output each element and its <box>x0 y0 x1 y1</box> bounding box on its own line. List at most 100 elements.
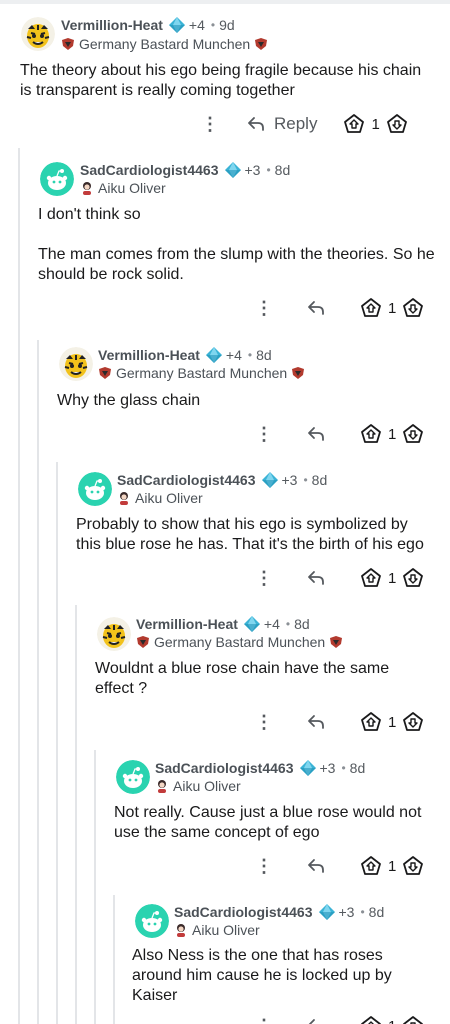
separator-dot: • <box>341 761 346 775</box>
avatar[interactable] <box>135 904 169 938</box>
more-dots-icon: ⋮ <box>255 424 273 444</box>
more-dots-icon: ⋮ <box>255 298 273 318</box>
downvote-button[interactable] <box>402 1012 424 1024</box>
reply-button[interactable] <box>306 294 326 322</box>
downvote-button[interactable] <box>402 294 424 322</box>
karma-count: +3 <box>338 904 355 920</box>
team-crest-icon <box>291 366 305 380</box>
comment-header: Vermillion-Heat +4 • 9d <box>61 16 235 34</box>
more-options-button[interactable]: ⋮ <box>254 420 274 448</box>
comment-header: Vermillion-Heat +4 • 8d <box>98 346 272 364</box>
more-options-button[interactable]: ⋮ <box>200 110 220 138</box>
downvote-icon <box>402 711 424 733</box>
comment-age: 9d <box>219 17 235 33</box>
avatar[interactable] <box>59 347 93 381</box>
team-crest-icon <box>329 635 343 649</box>
comment-age: 8d <box>349 760 366 776</box>
thread-line-1 <box>18 148 20 1024</box>
comment-header: SadCardiologist4463 +3 • 8d <box>117 471 327 489</box>
upvote-icon <box>360 855 382 877</box>
author-name[interactable]: SadCardiologist4463 <box>117 472 256 488</box>
downvote-button[interactable] <box>402 852 424 880</box>
flair-text: Germany Bastard Munchen <box>79 36 251 52</box>
author-name[interactable]: Vermillion-Heat <box>61 17 163 33</box>
thread-line-2 <box>37 340 39 1024</box>
comment-actions: ⋮ 1 <box>254 420 424 448</box>
upvote-button[interactable] <box>360 1012 382 1024</box>
karma-count: +3 <box>244 162 261 178</box>
author-name[interactable]: SadCardiologist4463 <box>80 162 219 178</box>
avatar[interactable] <box>116 760 150 794</box>
comment-actions: ⋮ 1 <box>254 1012 424 1024</box>
downvote-button[interactable] <box>402 564 424 592</box>
user-flair: Aiku Oliver <box>155 777 241 795</box>
downvote-icon <box>402 567 424 589</box>
comment-actions: ⋮ 1 <box>254 294 424 322</box>
achievement-gem-icon <box>168 16 186 34</box>
vote-score: 1 <box>388 569 397 587</box>
achievement-gem-icon <box>318 903 336 921</box>
reply-button[interactable] <box>306 1012 326 1024</box>
reply-button[interactable]: Reply <box>246 110 317 138</box>
user-flair: Germany Bastard Munchen <box>136 633 343 651</box>
thread-line-6 <box>113 895 115 1024</box>
reply-button[interactable] <box>306 420 326 448</box>
vote-score: 1 <box>388 1018 396 1024</box>
flair-text: Germany Bastard Munchen <box>154 634 326 650</box>
reply-button[interactable] <box>306 708 326 736</box>
downvote-button[interactable] <box>402 420 424 448</box>
achievement-gem-icon <box>261 471 279 489</box>
avatar[interactable] <box>21 17 55 51</box>
thread-line-4 <box>75 605 77 1024</box>
comment-body-paragraph: Also Ness is the one that has roses arou… <box>132 947 392 1004</box>
more-options-button[interactable]: ⋮ <box>254 564 274 592</box>
more-options-button[interactable]: ⋮ <box>254 1012 274 1024</box>
upvote-button[interactable] <box>360 852 382 880</box>
separator-dot: • <box>303 473 308 487</box>
comment-actions: ⋮ Reply 1 <box>200 110 408 138</box>
upvote-button[interactable] <box>360 708 382 736</box>
comment-actions: ⋮ 1 <box>254 708 424 736</box>
avatar[interactable] <box>40 162 74 196</box>
author-name[interactable]: SadCardiologist4463 <box>174 904 313 920</box>
comment-body: I don't think so The man comes from the s… <box>38 205 443 285</box>
author-name[interactable]: Vermillion-Heat <box>98 347 200 363</box>
separator-dot: • <box>210 18 216 32</box>
more-options-button[interactable]: ⋮ <box>254 708 274 736</box>
flair-text: Germany Bastard Munchen <box>116 365 288 381</box>
comment-body: Wouldnt a blue rose chain have the same … <box>95 659 425 699</box>
more-options-button[interactable]: ⋮ <box>254 852 274 880</box>
reply-button[interactable] <box>306 852 326 880</box>
upvote-button[interactable] <box>360 564 382 592</box>
downvote-button[interactable] <box>402 708 424 736</box>
achievement-gem-icon <box>224 161 242 179</box>
upvote-button[interactable] <box>360 420 382 448</box>
comment-age: 8d <box>311 472 328 488</box>
upvote-button[interactable] <box>360 294 382 322</box>
author-name[interactable]: SadCardiologist4463 <box>155 760 294 776</box>
more-dots-icon: ⋮ <box>255 568 273 588</box>
author-name[interactable]: Vermillion-Heat <box>136 616 238 632</box>
more-dots-icon: ⋮ <box>201 114 219 134</box>
comment-body: The theory about his ego being fragile b… <box>20 61 430 101</box>
comment-body-paragraph: The man comes from the slump with the th… <box>38 246 435 283</box>
avatar[interactable] <box>97 617 131 651</box>
user-flair: Aiku Oliver <box>117 489 203 507</box>
more-options-button[interactable]: ⋮ <box>254 294 274 322</box>
downvote-button[interactable] <box>386 110 408 138</box>
comment-body-paragraph: Probably to show that his ego is symboli… <box>76 516 424 553</box>
upvote-icon <box>360 711 382 733</box>
reply-button[interactable] <box>306 564 326 592</box>
karma-count: +4 <box>188 17 205 33</box>
avatar[interactable] <box>78 472 112 506</box>
downvote-icon <box>386 113 408 135</box>
team-crest-icon <box>136 635 150 649</box>
karma-count: +3 <box>319 760 336 776</box>
upvote-button[interactable] <box>343 110 365 138</box>
upvote-icon <box>360 297 382 319</box>
thread-line-5 <box>94 750 96 1024</box>
more-dots-icon: ⋮ <box>255 856 273 876</box>
achievement-gem-icon <box>299 759 317 777</box>
comment-age: 8d <box>294 616 310 632</box>
downvote-icon <box>402 423 424 445</box>
